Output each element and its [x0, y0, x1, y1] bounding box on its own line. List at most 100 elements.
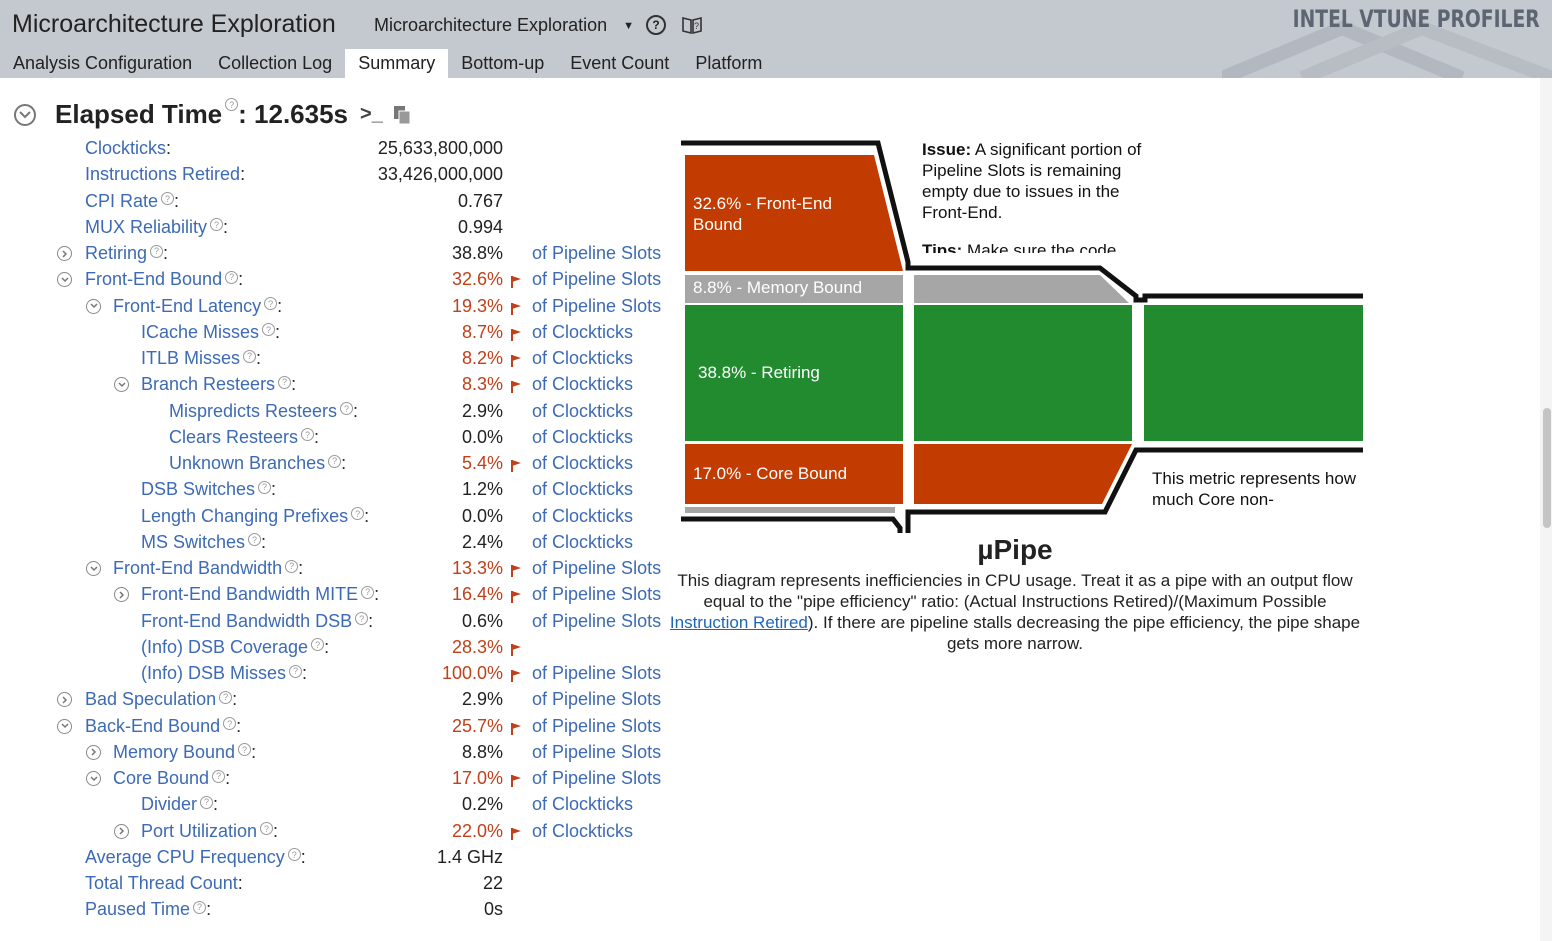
vertical-scrollbar[interactable]: [1540, 78, 1552, 941]
metric-label[interactable]: Unknown Branches?:: [169, 453, 346, 474]
metric-unit-link[interactable]: of Clockticks: [532, 348, 633, 369]
help-icon[interactable]: ?: [278, 375, 292, 389]
analysis-type-select[interactable]: Microarchitecture Exploration ▼: [374, 15, 634, 36]
help-icon[interactable]: ?: [311, 638, 325, 652]
instruction-retired-link[interactable]: Instruction Retired: [670, 613, 808, 632]
documentation-book-icon[interactable]: ?: [681, 15, 703, 35]
metric-label[interactable]: Core Bound?:: [113, 768, 230, 789]
help-icon[interactable]: ?: [328, 454, 342, 468]
metric-unit-link[interactable]: of Pipeline Slots: [532, 269, 661, 290]
help-icon[interactable]: ?: [238, 743, 252, 757]
metric-unit-link[interactable]: of Pipeline Slots: [532, 663, 661, 684]
metric-unit-link[interactable]: of Pipeline Slots: [532, 243, 661, 264]
help-icon[interactable]: ?: [258, 480, 272, 494]
help-icon[interactable]: ?: [355, 612, 369, 625]
help-icon[interactable]: ?: [200, 795, 214, 809]
metric-label-text[interactable]: ICache Misses: [141, 322, 259, 342]
collapse-toggle-icon[interactable]: [86, 771, 101, 786]
metric-label-text[interactable]: Divider: [141, 794, 197, 814]
help-icon[interactable]: ?: [262, 323, 276, 337]
expand-toggle-icon[interactable]: [114, 587, 129, 603]
scrollbar-thumb[interactable]: [1543, 408, 1551, 528]
metric-label-text[interactable]: Average CPU Frequency: [85, 847, 285, 867]
help-icon[interactable]: ?: [264, 297, 278, 310]
metric-unit-link[interactable]: of Pipeline Slots: [532, 689, 661, 710]
metric-label-text[interactable]: Front-End Bandwidth: [113, 558, 282, 578]
metric-unit-link[interactable]: of Clockticks: [532, 821, 633, 842]
metric-unit-link[interactable]: of Clockticks: [532, 453, 633, 474]
metric-label-text[interactable]: (Info) DSB Coverage: [141, 637, 308, 657]
metric-label[interactable]: Memory Bound?:: [113, 742, 256, 763]
command-line-icon[interactable]: >_: [360, 103, 383, 126]
metric-label-text[interactable]: Instructions Retired: [85, 164, 240, 184]
metric-unit-link[interactable]: of Pipeline Slots: [532, 558, 661, 579]
metric-label-text[interactable]: Memory Bound: [113, 742, 235, 762]
metric-label-text[interactable]: MS Switches: [141, 532, 245, 552]
metric-label-text[interactable]: Paused Time: [85, 899, 190, 919]
help-icon[interactable]: ?: [150, 244, 164, 258]
help-icon[interactable]: ?: [193, 900, 207, 914]
metric-unit-link[interactable]: of Clockticks: [532, 401, 633, 422]
metric-label-text[interactable]: Port Utilization: [141, 821, 257, 841]
metric-unit-link[interactable]: of Pipeline Slots: [532, 716, 661, 737]
metric-label[interactable]: MS Switches?:: [141, 532, 266, 553]
metric-label-text[interactable]: DSB Switches: [141, 479, 255, 499]
metric-label-text[interactable]: Length Changing Prefixes: [141, 506, 348, 526]
metric-label-text[interactable]: MUX Reliability: [85, 217, 207, 237]
metric-label[interactable]: Front-End Bandwidth MITE?:: [141, 584, 379, 605]
metric-label-text[interactable]: Front-End Bound: [85, 269, 222, 289]
tab-collection-log[interactable]: Collection Log: [205, 49, 345, 78]
copy-icon[interactable]: [393, 105, 411, 125]
metric-unit-link[interactable]: of Pipeline Slots: [532, 768, 661, 789]
collapse-toggle-icon[interactable]: [114, 377, 129, 393]
metric-unit-link[interactable]: of Clockticks: [532, 532, 633, 553]
collapse-toggle-icon[interactable]: [57, 718, 72, 734]
help-icon[interactable]: ?: [161, 192, 175, 205]
metric-label[interactable]: Instructions Retired:: [85, 164, 245, 185]
metric-unit-link[interactable]: of Clockticks: [532, 374, 633, 395]
metric-label-text[interactable]: CPI Rate: [85, 191, 158, 211]
metric-label-text[interactable]: Front-End Bandwidth MITE: [141, 584, 358, 604]
help-icon[interactable]: ?: [287, 848, 301, 862]
metric-unit-link[interactable]: of Clockticks: [532, 427, 633, 448]
help-icon[interactable]: ?: [212, 769, 226, 783]
metric-label-text[interactable]: Branch Resteers: [141, 374, 275, 394]
help-icon[interactable]: ?: [646, 15, 666, 35]
metric-unit-link[interactable]: of Clockticks: [532, 506, 633, 527]
metric-label[interactable]: Paused Time?:: [85, 899, 211, 920]
help-icon[interactable]: ?: [243, 349, 257, 363]
metric-label[interactable]: Retiring?:: [85, 243, 168, 264]
collapse-toggle-icon[interactable]: [86, 298, 101, 314]
metric-unit-link[interactable]: of Clockticks: [532, 479, 633, 500]
metric-label-text[interactable]: Clears Resteers: [169, 427, 298, 447]
metric-label[interactable]: ITLB Misses?:: [141, 348, 261, 369]
expand-toggle-icon[interactable]: [86, 744, 101, 760]
help-icon[interactable]: ?: [223, 717, 237, 730]
metric-label[interactable]: Port Utilization?:: [141, 821, 278, 842]
tab-analysis-configuration[interactable]: Analysis Configuration: [0, 49, 205, 78]
metric-label[interactable]: (Info) DSB Misses?:: [141, 663, 307, 684]
metric-label[interactable]: Divider?:: [141, 794, 218, 815]
metric-label-text[interactable]: Core Bound: [113, 768, 209, 788]
metric-label-text[interactable]: Mispredicts Resteers: [169, 401, 337, 421]
metric-label[interactable]: MUX Reliability?:: [85, 217, 228, 238]
metric-label-text[interactable]: (Info) DSB Misses: [141, 663, 286, 683]
expand-toggle-icon[interactable]: [114, 823, 129, 839]
metric-label[interactable]: Clears Resteers?:: [169, 427, 319, 448]
collapse-toggle-icon[interactable]: [57, 272, 72, 288]
metric-unit-link[interactable]: of Clockticks: [532, 322, 633, 343]
expand-toggle-icon[interactable]: [57, 246, 72, 261]
help-icon[interactable]: ?: [260, 822, 274, 835]
metric-label[interactable]: (Info) DSB Coverage?:: [141, 637, 329, 658]
help-icon[interactable]: ?: [351, 507, 365, 520]
collapse-toggle-icon[interactable]: [86, 561, 101, 576]
metric-unit-link[interactable]: of Pipeline Slots: [532, 611, 661, 632]
metric-label-text[interactable]: ITLB Misses: [141, 348, 240, 368]
help-icon[interactable]: ?: [225, 98, 239, 111]
metric-label-text[interactable]: Total Thread Count: [85, 873, 238, 893]
tab-summary[interactable]: Summary: [345, 49, 449, 78]
help-icon[interactable]: ?: [219, 690, 233, 704]
metric-unit-link[interactable]: of Pipeline Slots: [532, 296, 661, 317]
metric-label[interactable]: Mispredicts Resteers?:: [169, 401, 358, 422]
help-icon[interactable]: ?: [289, 664, 303, 678]
